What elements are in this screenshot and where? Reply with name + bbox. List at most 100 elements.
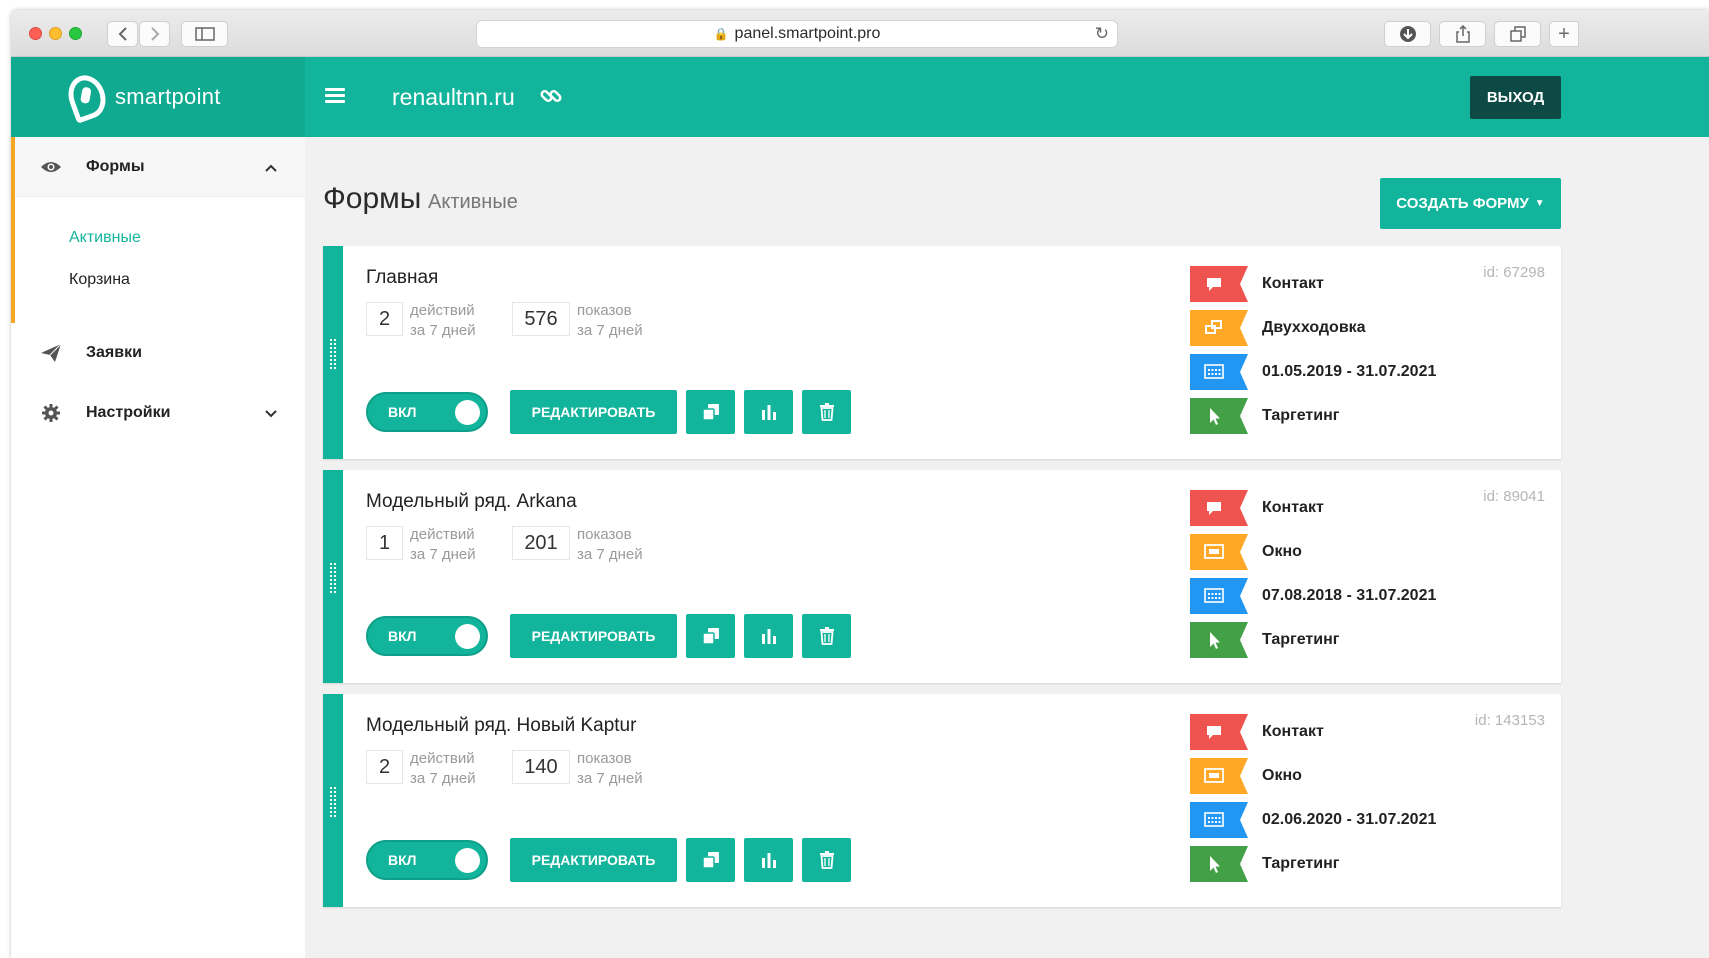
close-window-button[interactable] — [29, 27, 42, 40]
actions-label: действий за 7 дней — [410, 301, 476, 341]
chat-icon — [1190, 266, 1248, 302]
chevron-left-icon — [118, 27, 127, 41]
sidebar-item-requests[interactable]: Заявки — [11, 342, 305, 364]
cursor-tag — [1190, 622, 1248, 658]
cursor-icon — [1190, 846, 1248, 882]
enable-toggle[interactable]: ВКЛ — [366, 392, 488, 432]
toggle-knob — [455, 400, 480, 425]
minimize-window-button[interactable] — [49, 27, 62, 40]
stats-button[interactable] — [744, 614, 793, 658]
delete-button[interactable] — [802, 390, 851, 434]
views-label-line2: за 7 дней — [577, 322, 643, 339]
form-card: Модельный ряд. Новый Kaptur id: 143153 2… — [323, 694, 1561, 907]
window-icon — [1190, 534, 1248, 570]
actions-count: 2 — [366, 750, 403, 784]
duplicate-button[interactable] — [686, 390, 735, 434]
browser-window: 🔒 panel.smartpoint.pro ↻ + smartpoint re… — [11, 10, 1709, 958]
edit-button[interactable]: РЕДАКТИРОВАТЬ — [510, 838, 677, 882]
actions-label-line1: действий — [410, 750, 475, 767]
menu-icon[interactable] — [325, 88, 345, 104]
tag-label: 07.08.2018 - 31.07.2021 — [1262, 587, 1437, 604]
link-icon[interactable] — [540, 85, 562, 107]
tag-label: Двухходовка — [1262, 319, 1366, 336]
create-form-button[interactable]: СОЗДАТЬ ФОРМУ ▼ — [1380, 178, 1561, 229]
forward-button[interactable] — [139, 21, 170, 47]
calendar-tag — [1190, 578, 1248, 614]
drag-handle-icon[interactable] — [329, 338, 337, 370]
chat-tag — [1190, 490, 1248, 526]
trash-icon — [819, 851, 834, 869]
views-count: 576 — [512, 302, 570, 336]
stats-button[interactable] — [744, 838, 793, 882]
tag-label: Контакт — [1262, 275, 1324, 292]
toggle-label: ВКЛ — [388, 404, 417, 420]
cursor-icon — [1190, 398, 1248, 434]
tag-label: Таргетинг — [1262, 631, 1340, 648]
drag-handle-icon[interactable] — [329, 786, 337, 818]
window-tag — [1190, 534, 1248, 570]
chat-icon — [1190, 714, 1248, 750]
sidebar-item-settings-label: Настройки — [86, 404, 171, 421]
stats-button[interactable] — [744, 390, 793, 434]
form-id: id: 143153 — [1474, 712, 1545, 729]
trash-icon — [819, 627, 834, 645]
sidebar-item-forms-row[interactable]: Формы — [11, 156, 305, 178]
form-title: Главная — [366, 267, 439, 288]
download-icon — [1399, 26, 1416, 42]
tag-label: Таргетинг — [1262, 855, 1340, 872]
enable-toggle[interactable]: ВКЛ — [366, 840, 488, 880]
views-label: показов за 7 дней — [577, 749, 643, 789]
delete-button[interactable] — [802, 838, 851, 882]
toggle-knob — [455, 848, 480, 873]
plus-icon: + — [1558, 22, 1570, 45]
views-label-line2: за 7 дней — [577, 770, 643, 787]
reload-icon[interactable]: ↻ — [1095, 24, 1109, 44]
smartpoint-logo-icon — [62, 70, 112, 124]
delete-button[interactable] — [802, 614, 851, 658]
logo[interactable]: smartpoint — [11, 57, 305, 137]
edit-button[interactable]: РЕДАКТИРОВАТЬ — [510, 390, 677, 434]
chat-icon — [1190, 490, 1248, 526]
chevron-right-icon — [150, 27, 159, 41]
views-count: 140 — [512, 750, 570, 784]
enable-toggle[interactable]: ВКЛ — [366, 616, 488, 656]
edit-button[interactable]: РЕДАКТИРОВАТЬ — [510, 614, 677, 658]
copy-icon — [701, 852, 719, 869]
zoom-window-button[interactable] — [69, 27, 82, 40]
paper-plane-icon — [40, 342, 62, 364]
sidebar-toggle-button[interactable] — [181, 21, 228, 47]
caret-down-icon: ▼ — [1534, 198, 1545, 209]
browser-toolbar: 🔒 panel.smartpoint.pro ↻ + — [11, 10, 1709, 57]
chevron-down-icon — [265, 406, 277, 421]
calendar-icon — [1190, 578, 1248, 614]
sidebar-item-active[interactable]: Активные — [69, 229, 141, 247]
tabs-icon — [1509, 26, 1526, 42]
chat-tag — [1190, 266, 1248, 302]
form-title: Модельный ряд. Arkana — [366, 491, 577, 512]
logout-button[interactable]: ВЫХОД — [1470, 76, 1561, 119]
tabs-overview-button[interactable] — [1494, 21, 1541, 47]
drag-handle-icon[interactable] — [329, 562, 337, 594]
duplicate-button[interactable] — [686, 838, 735, 882]
form-id: id: 89041 — [1483, 488, 1545, 505]
new-tab-button[interactable]: + — [1549, 21, 1579, 47]
downloads-button[interactable] — [1384, 21, 1431, 47]
cursor-tag — [1190, 846, 1248, 882]
window-icon — [1190, 758, 1248, 794]
tag-label: Контакт — [1262, 723, 1324, 740]
chat-tag — [1190, 714, 1248, 750]
duplicate-button[interactable] — [686, 614, 735, 658]
actions-count: 2 — [366, 302, 403, 336]
sidebar-item-requests-label: Заявки — [86, 344, 142, 361]
logo-text: smartpoint — [115, 84, 221, 109]
sidebar-item-trash[interactable]: Корзина — [69, 271, 130, 289]
sidebar-icon — [194, 27, 215, 41]
window-tag — [1190, 758, 1248, 794]
share-button[interactable] — [1439, 21, 1486, 47]
copy-icon — [701, 628, 719, 645]
sidebar-item-settings[interactable]: Настройки — [11, 402, 305, 424]
back-button[interactable] — [107, 21, 138, 47]
calendar-tag — [1190, 802, 1248, 838]
address-bar[interactable]: 🔒 panel.smartpoint.pro ↻ — [476, 20, 1118, 48]
views-label-line1: показов — [577, 302, 632, 319]
